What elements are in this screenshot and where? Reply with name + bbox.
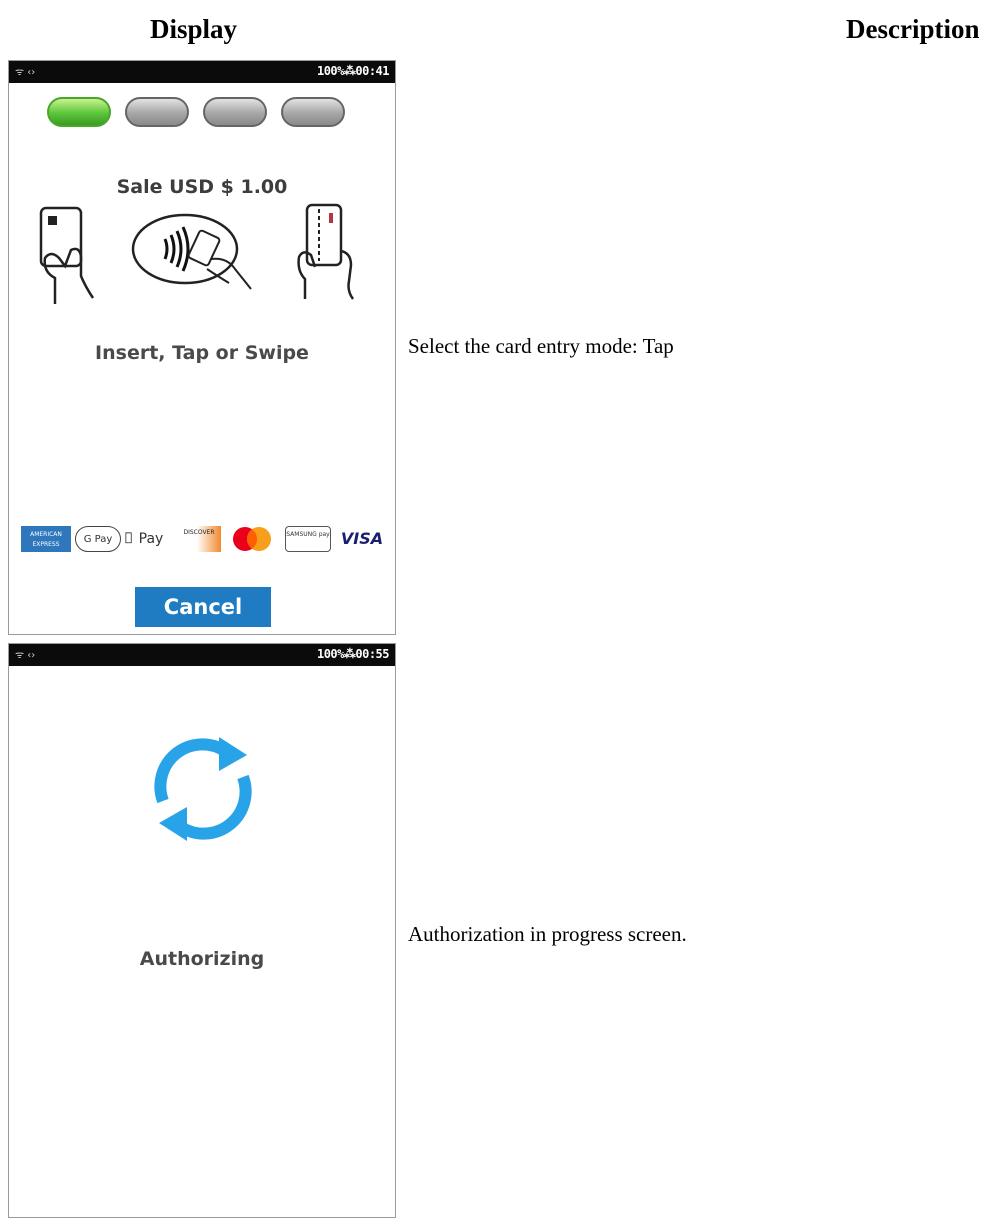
cancel-button[interactable]: Cancel [135, 587, 271, 627]
progress-step-2 [125, 97, 189, 127]
accepted-payment-brands: AMERICAN EXPRESS G Pay  Pay DISCOVER SA… [17, 526, 389, 556]
terminal-screen-authorizing: ᯤ ‹› 100%⁂00:55 Authorizing [8, 643, 396, 1218]
status-bar: ᯤ ‹› 100%⁂00:55 [9, 644, 395, 666]
amex-logo: AMERICAN EXPRESS [21, 526, 71, 552]
progress-step-4 [281, 97, 345, 127]
progress-step-3 [203, 97, 267, 127]
sale-amount: Sale USD $ 1.00 [116, 176, 288, 198]
description-authorizing: Authorization in progress screen. [408, 922, 687, 946]
discover-logo: DISCOVER [177, 526, 221, 552]
visa-logo: VISA [340, 529, 384, 548]
apple-pay-logo: Pay [138, 531, 164, 547]
card-entry-instruction: Insert, Tap or Swipe [95, 342, 309, 364]
progress-step-1 [47, 97, 111, 127]
swipe-card-icon [297, 203, 355, 300]
signal-icon: ᯤ ‹› [15, 650, 36, 661]
insert-card-icon [39, 206, 95, 304]
mastercard-logo [225, 526, 279, 552]
contactless-tap-icon [131, 213, 252, 290]
google-pay-logo: G Pay [75, 526, 121, 552]
description-card-entry: Select the card entry mode: Tap [408, 334, 674, 358]
authorizing-message: Authorizing [139, 948, 265, 970]
battery-time-readout: 100%⁂00:55 [316, 647, 390, 661]
status-bar: ᯤ ‹› 100%⁂00:41 [9, 61, 395, 83]
battery-time-readout: 100%⁂00:41 [316, 64, 390, 78]
signal-icon: ᯤ ‹› [15, 67, 36, 78]
samsung-pay-logo: SAMSUNG pay [285, 526, 331, 552]
column-header-display: Display [150, 14, 238, 44]
column-header-description: Description [846, 14, 980, 44]
terminal-screen-card-entry: ᯤ ‹› 100%⁂00:41 Sale USD $ 1.00 Insert, … [8, 60, 396, 635]
refresh-spinner-icon [154, 737, 252, 841]
